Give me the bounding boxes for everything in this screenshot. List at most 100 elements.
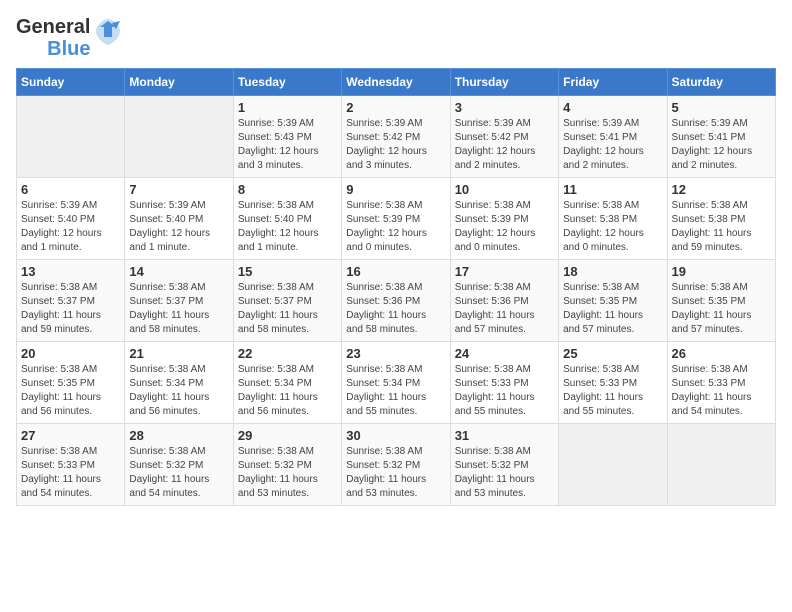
calendar-cell: 25 Sunrise: 5:38 AM Sunset: 5:33 PM Dayli… (559, 342, 667, 424)
day-info: Sunrise: 5:39 AM Sunset: 5:42 PM Dayligh… (346, 117, 445, 173)
day-number: 2 (346, 100, 445, 115)
day-header-friday: Friday (559, 69, 667, 96)
day-number: 7 (129, 182, 228, 197)
day-number: 20 (21, 346, 120, 361)
day-info: Sunrise: 5:38 AM Sunset: 5:38 PM Dayligh… (563, 199, 662, 255)
calendar-cell: 12 Sunrise: 5:38 AM Sunset: 5:38 PM Dayli… (667, 178, 775, 260)
day-number: 22 (238, 346, 337, 361)
day-number: 27 (21, 428, 120, 443)
day-number: 31 (455, 428, 554, 443)
day-info: Sunrise: 5:39 AM Sunset: 5:43 PM Dayligh… (238, 117, 337, 173)
calendar-cell: 7 Sunrise: 5:39 AM Sunset: 5:40 PM Daylig… (125, 178, 233, 260)
logo-bird-icon (94, 17, 122, 60)
calendar-cell: 9 Sunrise: 5:38 AM Sunset: 5:39 PM Daylig… (342, 178, 450, 260)
day-number: 15 (238, 264, 337, 279)
calendar-cell: 15 Sunrise: 5:38 AM Sunset: 5:37 PM Dayli… (233, 260, 341, 342)
calendar-cell (559, 424, 667, 506)
day-info: Sunrise: 5:38 AM Sunset: 5:37 PM Dayligh… (238, 281, 337, 337)
calendar-cell: 22 Sunrise: 5:38 AM Sunset: 5:34 PM Dayli… (233, 342, 341, 424)
calendar-cell (667, 424, 775, 506)
calendar-cell: 27 Sunrise: 5:38 AM Sunset: 5:33 PM Dayli… (17, 424, 125, 506)
calendar-table: SundayMondayTuesdayWednesdayThursdayFrid… (16, 68, 776, 506)
day-number: 4 (563, 100, 662, 115)
day-info: Sunrise: 5:38 AM Sunset: 5:37 PM Dayligh… (129, 281, 228, 337)
day-number: 21 (129, 346, 228, 361)
logo: General Blue (16, 16, 122, 60)
day-header-saturday: Saturday (667, 69, 775, 96)
day-info: Sunrise: 5:38 AM Sunset: 5:33 PM Dayligh… (672, 363, 771, 419)
day-info: Sunrise: 5:38 AM Sunset: 5:39 PM Dayligh… (455, 199, 554, 255)
day-header-monday: Monday (125, 69, 233, 96)
calendar-cell: 23 Sunrise: 5:38 AM Sunset: 5:34 PM Dayli… (342, 342, 450, 424)
day-number: 29 (238, 428, 337, 443)
day-info: Sunrise: 5:38 AM Sunset: 5:32 PM Dayligh… (455, 445, 554, 501)
calendar-cell: 17 Sunrise: 5:38 AM Sunset: 5:36 PM Dayli… (450, 260, 558, 342)
day-number: 6 (21, 182, 120, 197)
day-header-sunday: Sunday (17, 69, 125, 96)
day-info: Sunrise: 5:38 AM Sunset: 5:35 PM Dayligh… (21, 363, 120, 419)
day-info: Sunrise: 5:38 AM Sunset: 5:36 PM Dayligh… (455, 281, 554, 337)
calendar-cell: 21 Sunrise: 5:38 AM Sunset: 5:34 PM Dayli… (125, 342, 233, 424)
day-number: 1 (238, 100, 337, 115)
day-info: Sunrise: 5:38 AM Sunset: 5:35 PM Dayligh… (672, 281, 771, 337)
day-info: Sunrise: 5:38 AM Sunset: 5:32 PM Dayligh… (346, 445, 445, 501)
calendar-cell (125, 96, 233, 178)
calendar-cell: 11Sunrise: 5:38 AM Sunset: 5:38 PM Dayli… (559, 178, 667, 260)
day-number: 16 (346, 264, 445, 279)
day-header-thursday: Thursday (450, 69, 558, 96)
calendar-cell: 10 Sunrise: 5:38 AM Sunset: 5:39 PM Dayli… (450, 178, 558, 260)
calendar-cell: 20 Sunrise: 5:38 AM Sunset: 5:35 PM Dayli… (17, 342, 125, 424)
day-number: 23 (346, 346, 445, 361)
day-number: 26 (672, 346, 771, 361)
day-number: 14 (129, 264, 228, 279)
day-number: 28 (129, 428, 228, 443)
day-info: Sunrise: 5:38 AM Sunset: 5:33 PM Dayligh… (21, 445, 120, 501)
day-number: 13 (21, 264, 120, 279)
day-info: Sunrise: 5:38 AM Sunset: 5:32 PM Dayligh… (238, 445, 337, 501)
day-number: 12 (672, 182, 771, 197)
day-number: 30 (346, 428, 445, 443)
calendar-cell: 2 Sunrise: 5:39 AM Sunset: 5:42 PM Daylig… (342, 96, 450, 178)
calendar-cell: 26 Sunrise: 5:38 AM Sunset: 5:33 PM Dayli… (667, 342, 775, 424)
day-number: 24 (455, 346, 554, 361)
logo-general: General (16, 16, 90, 38)
day-info: Sunrise: 5:38 AM Sunset: 5:35 PM Dayligh… (563, 281, 662, 337)
day-info: Sunrise: 5:38 AM Sunset: 5:40 PM Dayligh… (238, 199, 337, 255)
day-header-wednesday: Wednesday (342, 69, 450, 96)
day-info: Sunrise: 5:39 AM Sunset: 5:40 PM Dayligh… (129, 199, 228, 255)
calendar-cell: 30 Sunrise: 5:38 AM Sunset: 5:32 PM Dayli… (342, 424, 450, 506)
day-number: 3 (455, 100, 554, 115)
calendar-cell: 24Sunrise: 5:38 AM Sunset: 5:33 PM Dayli… (450, 342, 558, 424)
day-info: Sunrise: 5:38 AM Sunset: 5:33 PM Dayligh… (563, 363, 662, 419)
day-info: Sunrise: 5:38 AM Sunset: 5:39 PM Dayligh… (346, 199, 445, 255)
day-number: 18 (563, 264, 662, 279)
day-number: 19 (672, 264, 771, 279)
logo-blue: Blue (47, 38, 90, 60)
day-number: 9 (346, 182, 445, 197)
calendar-cell: 6 Sunrise: 5:39 AM Sunset: 5:40 PM Daylig… (17, 178, 125, 260)
calendar-cell: 14 Sunrise: 5:38 AM Sunset: 5:37 PM Dayli… (125, 260, 233, 342)
day-number: 10 (455, 182, 554, 197)
calendar-cell: 13Sunrise: 5:38 AM Sunset: 5:37 PM Dayli… (17, 260, 125, 342)
calendar-cell: 1 Sunrise: 5:39 AM Sunset: 5:43 PM Daylig… (233, 96, 341, 178)
calendar-cell: 18 Sunrise: 5:38 AM Sunset: 5:35 PM Dayli… (559, 260, 667, 342)
calendar-cell: 3Sunrise: 5:39 AM Sunset: 5:42 PM Daylig… (450, 96, 558, 178)
calendar-cell: 31 Sunrise: 5:38 AM Sunset: 5:32 PM Dayli… (450, 424, 558, 506)
day-number: 17 (455, 264, 554, 279)
day-info: Sunrise: 5:38 AM Sunset: 5:34 PM Dayligh… (129, 363, 228, 419)
calendar-cell: 5 Sunrise: 5:39 AM Sunset: 5:41 PM Daylig… (667, 96, 775, 178)
day-info: Sunrise: 5:39 AM Sunset: 5:41 PM Dayligh… (672, 117, 771, 173)
day-info: Sunrise: 5:39 AM Sunset: 5:40 PM Dayligh… (21, 199, 120, 255)
day-info: Sunrise: 5:38 AM Sunset: 5:34 PM Dayligh… (238, 363, 337, 419)
day-info: Sunrise: 5:38 AM Sunset: 5:36 PM Dayligh… (346, 281, 445, 337)
day-number: 25 (563, 346, 662, 361)
day-info: Sunrise: 5:38 AM Sunset: 5:34 PM Dayligh… (346, 363, 445, 419)
day-number: 5 (672, 100, 771, 115)
calendar-cell: 19 Sunrise: 5:38 AM Sunset: 5:35 PM Dayli… (667, 260, 775, 342)
day-info: Sunrise: 5:38 AM Sunset: 5:32 PM Dayligh… (129, 445, 228, 501)
day-number: 8 (238, 182, 337, 197)
day-info: Sunrise: 5:38 AM Sunset: 5:38 PM Dayligh… (672, 199, 771, 255)
calendar-cell (17, 96, 125, 178)
day-info: Sunrise: 5:39 AM Sunset: 5:41 PM Dayligh… (563, 117, 662, 173)
calendar-cell: 16 Sunrise: 5:38 AM Sunset: 5:36 PM Dayli… (342, 260, 450, 342)
